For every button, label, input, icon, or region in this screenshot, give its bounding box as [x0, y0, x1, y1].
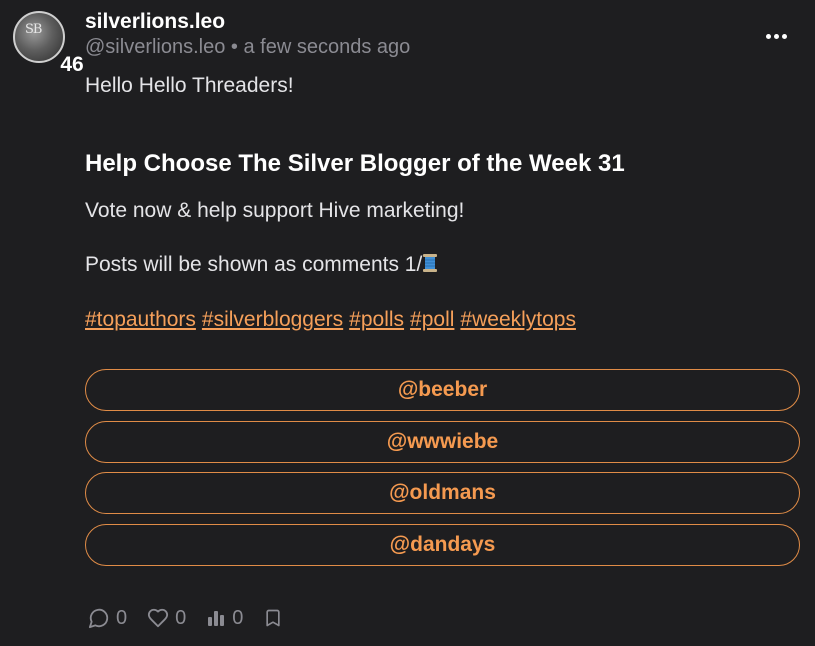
hashtag-link[interactable]: #silverbloggers — [202, 308, 343, 331]
post-title: Help Choose The Silver Blogger of the We… — [85, 150, 625, 177]
post-meta: @silverlions.leo • a few seconds ago — [85, 36, 410, 59]
bar-chart-icon — [208, 611, 225, 626]
thread-spool-icon — [423, 254, 438, 272]
more-options-button[interactable] — [758, 22, 794, 50]
hashtag-link[interactable]: #weeklytops — [460, 308, 576, 331]
comment-button[interactable]: 0 — [88, 607, 127, 630]
heart-icon — [148, 608, 169, 628]
comment-icon — [88, 608, 109, 629]
more-horizontal-icon-dot — [781, 33, 787, 39]
post-line-2-text: Posts will be shown as comments 1/ — [85, 253, 423, 276]
bookmark-icon — [266, 609, 281, 627]
reputation-badge: 46 — [55, 51, 89, 79]
meta-separator: • — [230, 36, 238, 58]
post-greeting: Hello Hello Threaders! — [85, 74, 294, 97]
hashtag-link[interactable]: #topauthors — [85, 308, 196, 331]
bookmark-button[interactable] — [263, 608, 289, 628]
post-actions: 0 0 0 — [88, 603, 309, 633]
post-line-1: Vote now & help support Hive marketing! — [85, 199, 465, 222]
poll-option[interactable]: @beeber — [85, 369, 800, 411]
poll-option[interactable]: @dandays — [85, 524, 800, 566]
like-count: 0 — [175, 606, 187, 629]
avatar-logo-text: SB — [25, 22, 42, 37]
author-name[interactable]: silverlions.leo — [85, 10, 225, 34]
hashtag-list: #topauthors #silverbloggers #polls #poll #we… — [85, 308, 582, 332]
hashtag-link[interactable]: #polls — [349, 308, 404, 331]
poll-option[interactable]: @oldmans — [85, 472, 800, 514]
comment-count: 0 — [116, 606, 128, 629]
hashtag-link[interactable]: #poll — [410, 308, 454, 331]
stats-count: 0 — [232, 606, 244, 629]
post-time: a few seconds ago — [243, 36, 411, 58]
more-horizontal-icon-dot — [773, 33, 779, 39]
more-horizontal-icon-dot — [765, 33, 771, 39]
like-button[interactable]: 0 — [147, 607, 186, 630]
avatar[interactable]: SB 46 — [13, 11, 89, 79]
thread-post: SB 46 silverlions.leo @silverlions.leo •… — [0, 0, 815, 646]
author-handle[interactable]: @silverlions.leo — [85, 36, 225, 58]
poll-option[interactable]: @wwwiebe — [85, 421, 800, 463]
post-line-2: Posts will be shown as comments 1/ — [85, 253, 438, 277]
stats-button[interactable]: 0 — [206, 607, 243, 630]
